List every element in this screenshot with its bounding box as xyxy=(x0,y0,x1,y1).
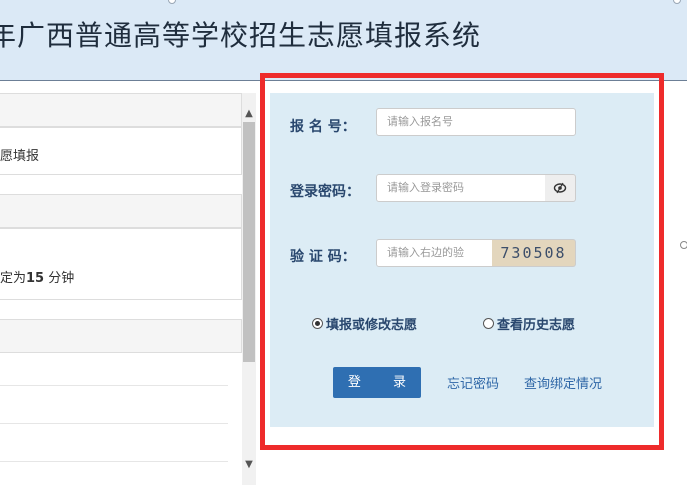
resize-handle[interactable] xyxy=(680,241,687,249)
panel-heading xyxy=(0,194,242,228)
scrollbar-thumb[interactable] xyxy=(243,122,255,362)
timeout-notice: 定为15 分钟 xyxy=(0,271,75,286)
notice-text: 愿填报 xyxy=(0,149,40,164)
panel-body: 愿填报 xyxy=(0,127,242,175)
resize-handle[interactable] xyxy=(673,0,681,4)
app-header: 年广西普通高等学校招生志愿填报系统 xyxy=(0,0,687,81)
scroll-up-icon[interactable]: ▲ xyxy=(243,107,255,121)
resize-handle[interactable] xyxy=(168,0,176,4)
divider xyxy=(0,461,228,462)
divider xyxy=(0,385,228,386)
panel-heading xyxy=(0,93,242,127)
divider xyxy=(0,423,228,424)
scroll-down-icon[interactable]: ▼ xyxy=(243,458,255,472)
page-title: 年广西普通高等学校招生志愿填报系统 xyxy=(0,19,482,52)
panel-heading xyxy=(0,319,242,353)
panel-body: 定为15 分钟 xyxy=(0,228,242,300)
highlight-frame xyxy=(260,73,664,450)
notice-panel: 愿填报 定为15 分钟 xyxy=(0,93,242,485)
